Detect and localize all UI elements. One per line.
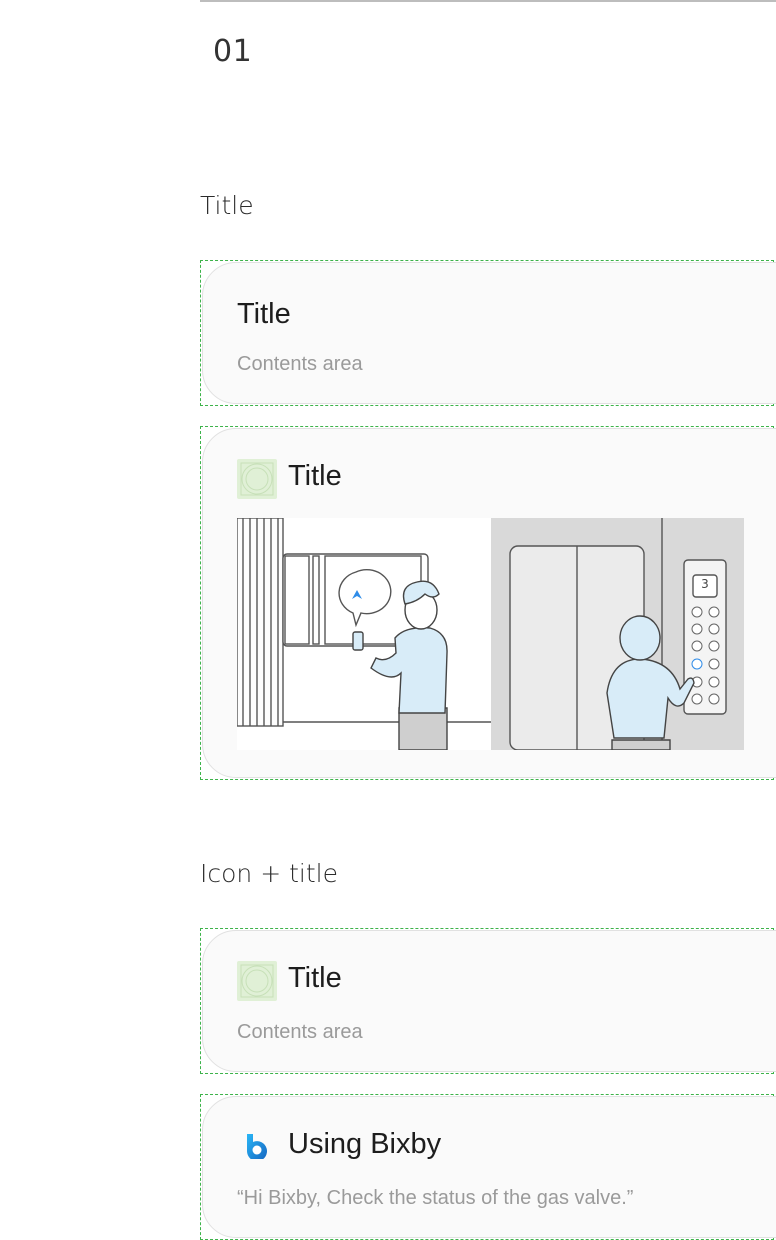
card-contents: Contents area xyxy=(237,353,363,375)
thumbnail-placeholder-icon xyxy=(237,459,277,499)
card-guide-title: Title Contents area xyxy=(200,260,776,406)
top-divider xyxy=(200,0,776,2)
bixby-icon xyxy=(243,1131,271,1162)
section-heading-icon-title: Icon + title xyxy=(200,859,338,888)
card-title: Using Bixby xyxy=(288,1128,442,1160)
card-guide-illustration: Title 3 xyxy=(200,426,776,780)
illustration-image: 3 xyxy=(237,518,744,750)
section-heading-title: Title xyxy=(200,191,254,220)
section-number: 01 xyxy=(213,34,253,69)
card-icon-title-illustration[interactable]: Title 3 xyxy=(202,428,776,778)
card-using-bixby[interactable]: Using Bixby “Hi Bixby, Check the status … xyxy=(202,1096,776,1238)
card-title: Title xyxy=(237,298,291,330)
card-title: Title xyxy=(288,460,342,492)
thumbnail-placeholder-icon xyxy=(237,961,277,1001)
card-icon-title-contents[interactable]: Title Contents area xyxy=(202,930,776,1072)
card-title: Title xyxy=(288,962,342,994)
card-guide-icon-title: Title Contents area xyxy=(200,928,776,1074)
card-contents: “Hi Bixby, Check the status of the gas v… xyxy=(237,1187,634,1209)
card-title-contents[interactable]: Title Contents area xyxy=(202,262,776,404)
card-guide-bixby: Using Bixby “Hi Bixby, Check the status … xyxy=(200,1094,776,1240)
card-contents: Contents area xyxy=(237,1021,363,1043)
elevator-floor-display: 3 xyxy=(701,577,709,591)
